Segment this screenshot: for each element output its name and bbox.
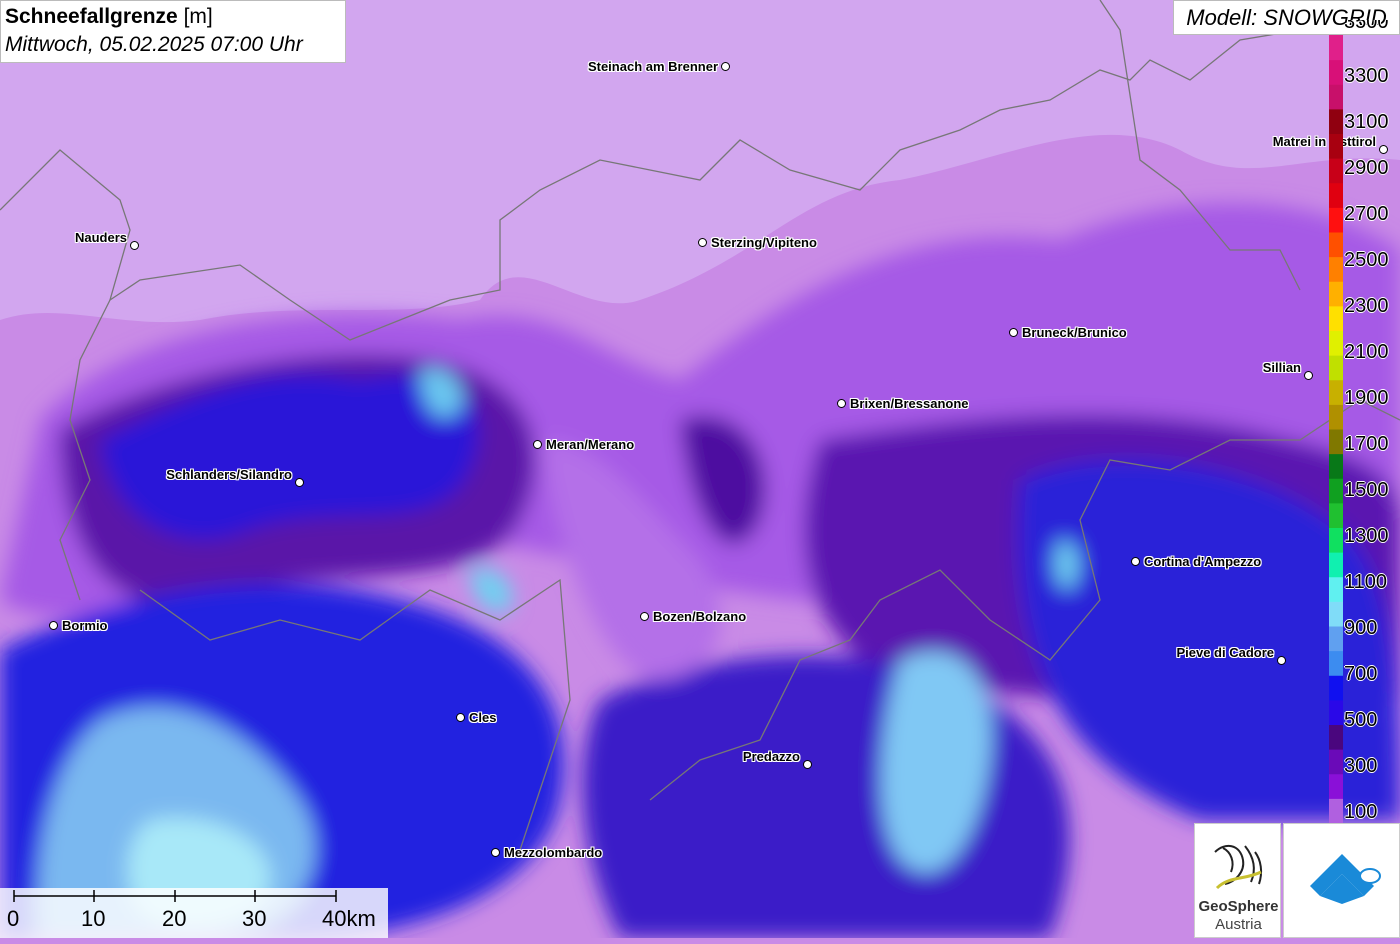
- legend-color-swatch: [1329, 478, 1343, 504]
- city-dot: [837, 399, 846, 408]
- legend-label: 1500: [1344, 479, 1389, 501]
- scale-tick-label: 0: [7, 906, 20, 931]
- legend-color-swatch: [1329, 256, 1343, 282]
- legend-color-swatch: [1329, 798, 1343, 823]
- city-label: Pieve di Cadore: [1176, 645, 1274, 660]
- map-title-box: Schneefallgrenze [m] Mittwoch, 05.02.202…: [0, 0, 346, 63]
- geosphere-emblem-icon: [1214, 844, 1263, 890]
- legend-label: 900: [1344, 617, 1378, 639]
- legend-label: 2900: [1344, 157, 1389, 179]
- city-label: Schlanders/Silandro: [166, 467, 292, 482]
- legend-color-swatch: [1329, 552, 1343, 578]
- city-dot: [1379, 145, 1388, 154]
- legend-color-swatch: [1329, 133, 1343, 159]
- legend-label: 1900: [1344, 387, 1389, 409]
- legend-label: 2100: [1344, 341, 1389, 363]
- legend-label: 1100: [1344, 571, 1388, 593]
- city-dot: [640, 612, 649, 621]
- city-label: Bruneck/Brunico: [1022, 325, 1127, 340]
- legend-color-swatch: [1329, 453, 1343, 479]
- legend-label: 2700: [1344, 203, 1389, 225]
- city-dot: [803, 760, 812, 769]
- city-label: Sterzing/Vipiteno: [711, 235, 817, 250]
- legend-color-swatch: [1329, 675, 1343, 701]
- legend-color-swatch: [1329, 207, 1343, 233]
- legend-color-swatch: [1329, 749, 1343, 775]
- legend-color-swatch: [1329, 699, 1343, 725]
- city-dot: [1131, 557, 1140, 566]
- legend-color-swatch: [1329, 773, 1343, 799]
- city-dot: [49, 621, 58, 630]
- city-label: Nauders: [74, 230, 127, 245]
- legend-label: 500: [1344, 709, 1378, 731]
- scale-tick-label: 10: [81, 906, 106, 931]
- city-label: Cortina d'Ampezzo: [1144, 554, 1262, 569]
- city-dot: [533, 440, 542, 449]
- city-label: Cles: [469, 710, 497, 725]
- city-label: Bozen/Bolzano: [653, 609, 747, 624]
- legend-color-swatch: [1329, 626, 1343, 652]
- legend-label: 3500: [1344, 20, 1389, 32]
- city-dot: [295, 478, 304, 487]
- scale-tick-label: 20: [162, 906, 187, 931]
- city-label: Sillian: [1262, 360, 1301, 375]
- legend-color-swatch: [1329, 355, 1343, 381]
- legend-label: 1300: [1344, 525, 1389, 547]
- city-label: Mezzolombardo: [504, 845, 603, 860]
- legend-color-swatch: [1329, 601, 1343, 627]
- scale-tick-label: 40km: [322, 906, 376, 931]
- legend-label: 1700: [1344, 433, 1389, 455]
- city-dot: [721, 62, 730, 71]
- color-legend: [1329, 35, 1343, 823]
- city-label: Bormio: [62, 618, 108, 633]
- city-label: Steinach am Brenner: [587, 59, 718, 74]
- legend-color-swatch: [1329, 305, 1343, 331]
- app-logo[interactable]: [1283, 823, 1400, 938]
- geosphere-logo[interactable]: GeoSphere Austria: [1194, 823, 1281, 938]
- city-dot: [130, 241, 139, 250]
- legend-color-swatch: [1329, 158, 1343, 184]
- legend-label: 100: [1344, 801, 1378, 823]
- legend-color-swatch: [1329, 35, 1343, 61]
- legend-color-swatch: [1329, 429, 1343, 455]
- legend-color-swatch: [1329, 576, 1343, 602]
- map-title: Schneefallgrenze [m]: [5, 5, 213, 28]
- legend-color-swatch: [1329, 404, 1343, 430]
- geosphere-name: GeoSphere: [1198, 898, 1279, 915]
- city-dot: [1277, 656, 1286, 665]
- legend-color-swatch: [1329, 379, 1343, 405]
- legend-label: 3300: [1344, 65, 1389, 87]
- city-dot: [1009, 328, 1018, 337]
- legend-color-swatch: [1329, 232, 1343, 258]
- legend-label: 2500: [1344, 249, 1389, 271]
- legend-color-swatch: [1329, 182, 1343, 208]
- legend-color-swatch: [1329, 281, 1343, 307]
- city-label: Matrei in Osttirol: [1272, 134, 1376, 149]
- legend-label: 700: [1344, 663, 1378, 685]
- legend-color-swatch: [1329, 724, 1343, 750]
- city-label: Predazzo: [742, 749, 800, 764]
- geosphere-country: Austria: [1215, 916, 1262, 933]
- legend-color-swatch: [1329, 527, 1343, 553]
- forecast-datetime: Mittwoch, 05.02.2025 07:00 Uhr: [5, 33, 303, 56]
- legend-label: 2300: [1344, 295, 1389, 317]
- legend-color-swatch: [1329, 59, 1343, 85]
- city-dot: [491, 848, 500, 857]
- legend-color-swatch: [1329, 502, 1343, 528]
- city-label: Brixen/Bressanone: [850, 396, 969, 411]
- legend-color-swatch: [1329, 330, 1343, 356]
- house-cloud-icon: [1310, 854, 1381, 904]
- legend-color-swatch: [1329, 84, 1343, 110]
- legend-color-swatch: [1329, 108, 1343, 134]
- legend-label: 3100: [1344, 111, 1389, 133]
- city-dot: [456, 713, 465, 722]
- legend-color-swatch: [1329, 650, 1343, 676]
- city-label: Meran/Merano: [546, 437, 635, 452]
- city-dot: [1304, 371, 1313, 380]
- legend-label: 300: [1344, 755, 1378, 777]
- scale-tick-label: 30: [242, 906, 267, 931]
- city-dot: [698, 238, 707, 247]
